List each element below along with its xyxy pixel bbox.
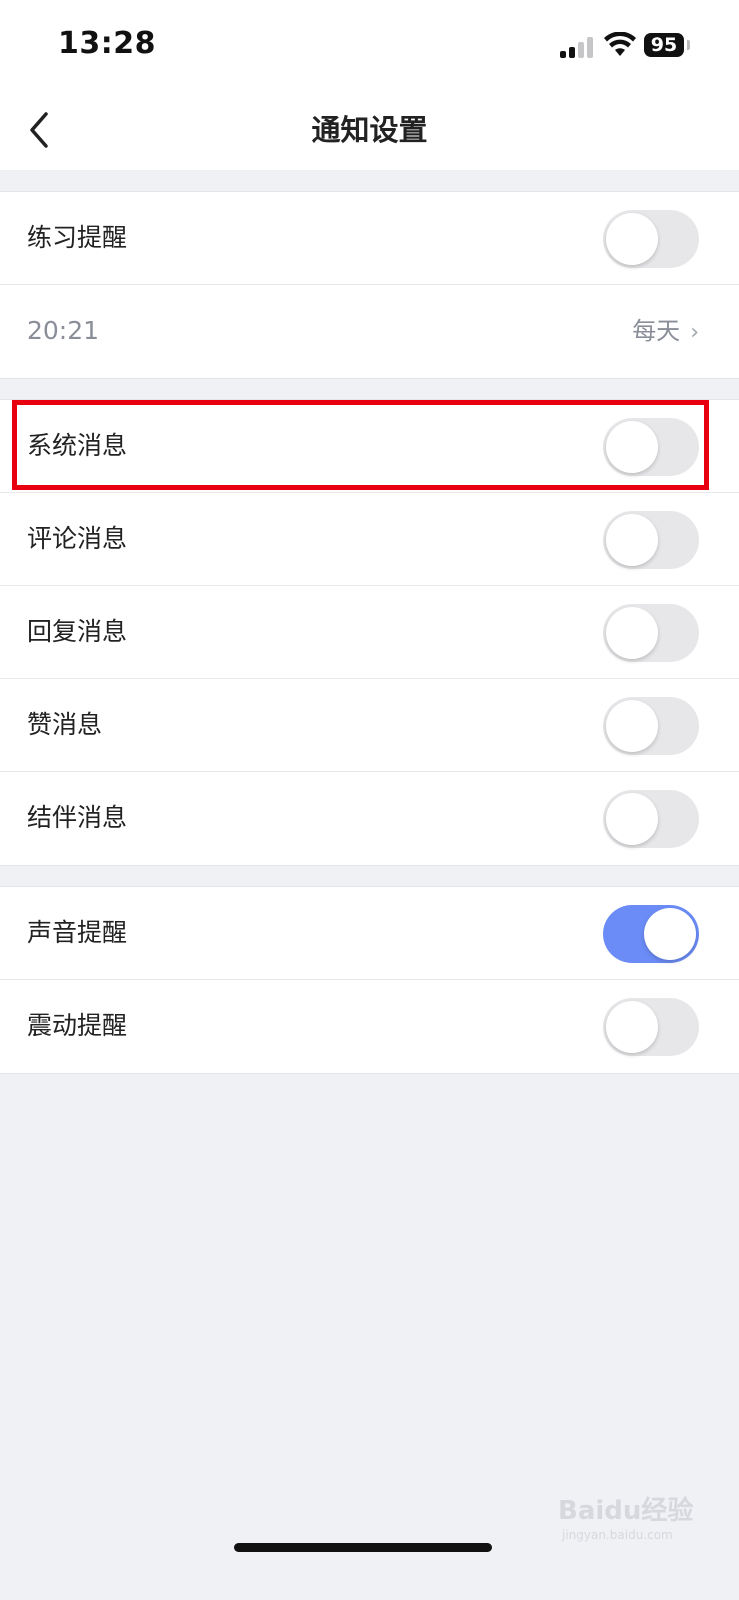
reply-message-row: 回复消息 [0,586,739,679]
reply-message-toggle[interactable] [603,604,699,662]
back-chevron-icon[interactable] [22,108,62,152]
toggle-knob [606,1001,658,1053]
toggle-knob [606,421,658,473]
like-message-label: 赞消息 [27,710,103,739]
partner-message-toggle[interactable] [603,790,699,848]
sound-reminder-label: 声音提醒 [27,918,128,947]
message-notifications-group: 系统消息 评论消息 回复消息 赞消息 结伴消息 [0,399,739,866]
toggle-knob [606,793,658,845]
practice-reminder-label: 练习提醒 [27,223,128,252]
reply-message-label: 回复消息 [27,617,128,646]
toggle-knob [606,607,658,659]
comment-message-row: 评论消息 [0,493,739,586]
wifi-icon [604,32,636,56]
practice-reminder-row: 练习提醒 [0,192,739,285]
partner-message-label: 结伴消息 [27,803,128,832]
battery-tip [687,40,690,50]
reminder-repeat-label: 每天 [632,317,681,345]
cellular-signal-icon [560,36,596,58]
toggle-knob [606,700,658,752]
page-title: 通知设置 [311,113,428,147]
reminder-time-row[interactable]: 20:21 每天 › [0,285,739,378]
comment-message-toggle[interactable] [603,511,699,569]
reminder-time-value: 20:21 [27,316,100,345]
partner-message-row: 结伴消息 [0,772,739,865]
system-message-label: 系统消息 [27,431,128,460]
reminder-repeat[interactable]: 每天 › [632,285,699,379]
baidu-watermark-logo: Baidu经验 [558,1496,694,1526]
toggle-knob [606,213,658,265]
comment-message-label: 评论消息 [27,524,128,553]
sound-reminder-toggle[interactable] [603,905,699,963]
vibration-reminder-row: 震动提醒 [0,980,739,1073]
sound-reminder-row: 声音提醒 [0,887,739,980]
toggle-knob [606,514,658,566]
practice-reminder-toggle[interactable] [603,210,699,268]
chevron-right-icon: › [690,320,699,345]
vibration-reminder-toggle[interactable] [603,998,699,1056]
vibration-reminder-label: 震动提醒 [27,1011,128,1040]
toggle-knob [644,908,696,960]
like-message-toggle[interactable] [603,697,699,755]
system-message-row: 系统消息 [0,400,739,493]
battery-icon: 95 [644,33,684,57]
nav-bar: 通知设置 [0,90,739,170]
system-message-toggle[interactable] [603,418,699,476]
alert-style-group: 声音提醒 震动提醒 [0,886,739,1074]
baidu-watermark-url: jingyan.baidu.com [562,1528,673,1542]
practice-reminder-group: 练习提醒 20:21 每天 › [0,191,739,379]
home-indicator[interactable] [234,1543,492,1552]
like-message-row: 赞消息 [0,679,739,772]
status-time: 13:28 [58,26,156,61]
status-bar: 13:28 95 [0,0,739,90]
